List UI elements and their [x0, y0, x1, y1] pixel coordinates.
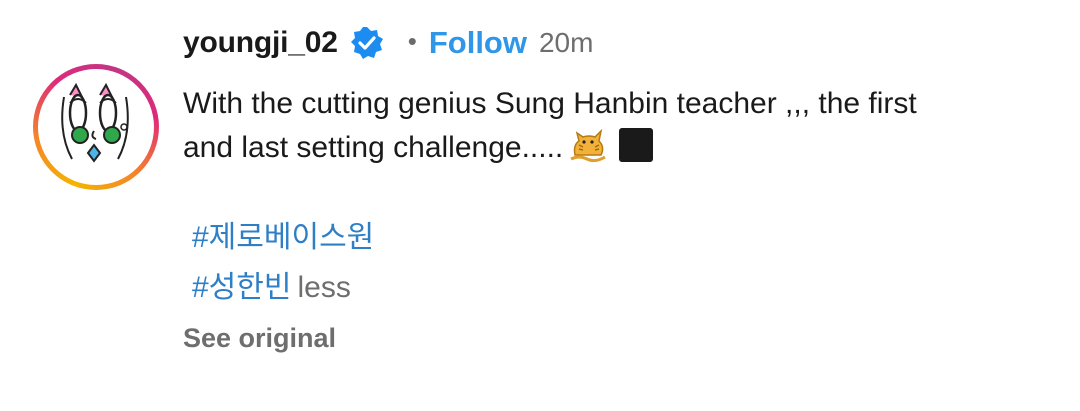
- follow-button[interactable]: Follow: [429, 25, 527, 61]
- post-header-avatar-ring[interactable]: [33, 64, 159, 190]
- hashtag-list: #제로베이스원 #성한빈 less: [192, 213, 374, 313]
- hashtag-row: #제로베이스원: [192, 213, 374, 263]
- post-header: youngji_02 • Follow 20m: [183, 22, 593, 64]
- post-caption: With the cutting genius Sung Hanbin teac…: [183, 83, 1053, 169]
- timestamp: 20m: [538, 27, 594, 58]
- caption-line-2-text: and last setting challenge.....: [183, 131, 564, 164]
- cat-icon: [569, 125, 607, 163]
- caption-line-2: and last setting challenge.....: [183, 125, 1053, 169]
- hashtag-row: #성한빈 less: [192, 263, 374, 313]
- hashtag-link[interactable]: #성한빈: [192, 271, 292, 304]
- verified-badge-icon: [350, 26, 384, 60]
- separator-dot: •: [407, 25, 417, 56]
- avatar-doodle-icon: [61, 82, 129, 163]
- username[interactable]: youngji_02: [183, 26, 338, 60]
- hashtag-link[interactable]: #제로베이스원: [192, 221, 374, 254]
- black-square-icon: [619, 128, 654, 162]
- less-button[interactable]: less: [298, 271, 351, 304]
- see-original-button[interactable]: See original: [183, 323, 336, 354]
- avatar[interactable]: [42, 73, 150, 181]
- caption-line-1: With the cutting genius Sung Hanbin teac…: [183, 87, 917, 120]
